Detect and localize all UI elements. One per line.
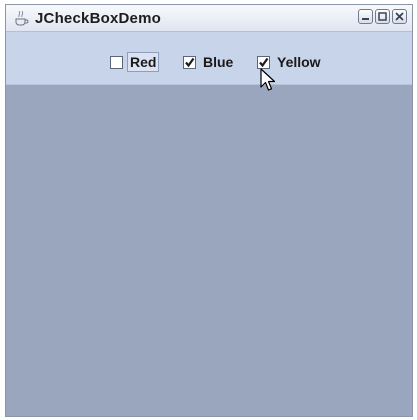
checkbox-red-box[interactable]	[110, 55, 123, 69]
checkbox-red-label[interactable]: Red	[126, 52, 160, 72]
checkbox-yellow-box[interactable]	[257, 55, 270, 69]
checkbox-blue[interactable]: Blue	[183, 52, 235, 72]
checkbox-yellow[interactable]: Yellow	[257, 52, 323, 72]
java-cup-icon	[12, 9, 30, 27]
window-title: JCheckBoxDemo	[35, 10, 161, 27]
checkbox-blue-label[interactable]: Blue	[201, 53, 235, 71]
checkbox-panel: Red Blue Yellow	[6, 32, 412, 85]
checkmark-icon	[259, 57, 269, 67]
content-area	[6, 85, 412, 416]
checkmark-icon	[185, 57, 195, 67]
checkbox-blue-box[interactable]	[183, 55, 196, 69]
maximize-icon[interactable]	[375, 9, 390, 24]
minimize-icon[interactable]	[358, 9, 373, 24]
checkbox-yellow-label[interactable]: Yellow	[275, 53, 323, 71]
app-window: JCheckBoxDemo Red Blue Yellow	[5, 4, 413, 417]
checkbox-red[interactable]: Red	[110, 52, 160, 72]
close-icon[interactable]	[392, 9, 407, 24]
title-bar[interactable]: JCheckBoxDemo	[6, 5, 412, 32]
